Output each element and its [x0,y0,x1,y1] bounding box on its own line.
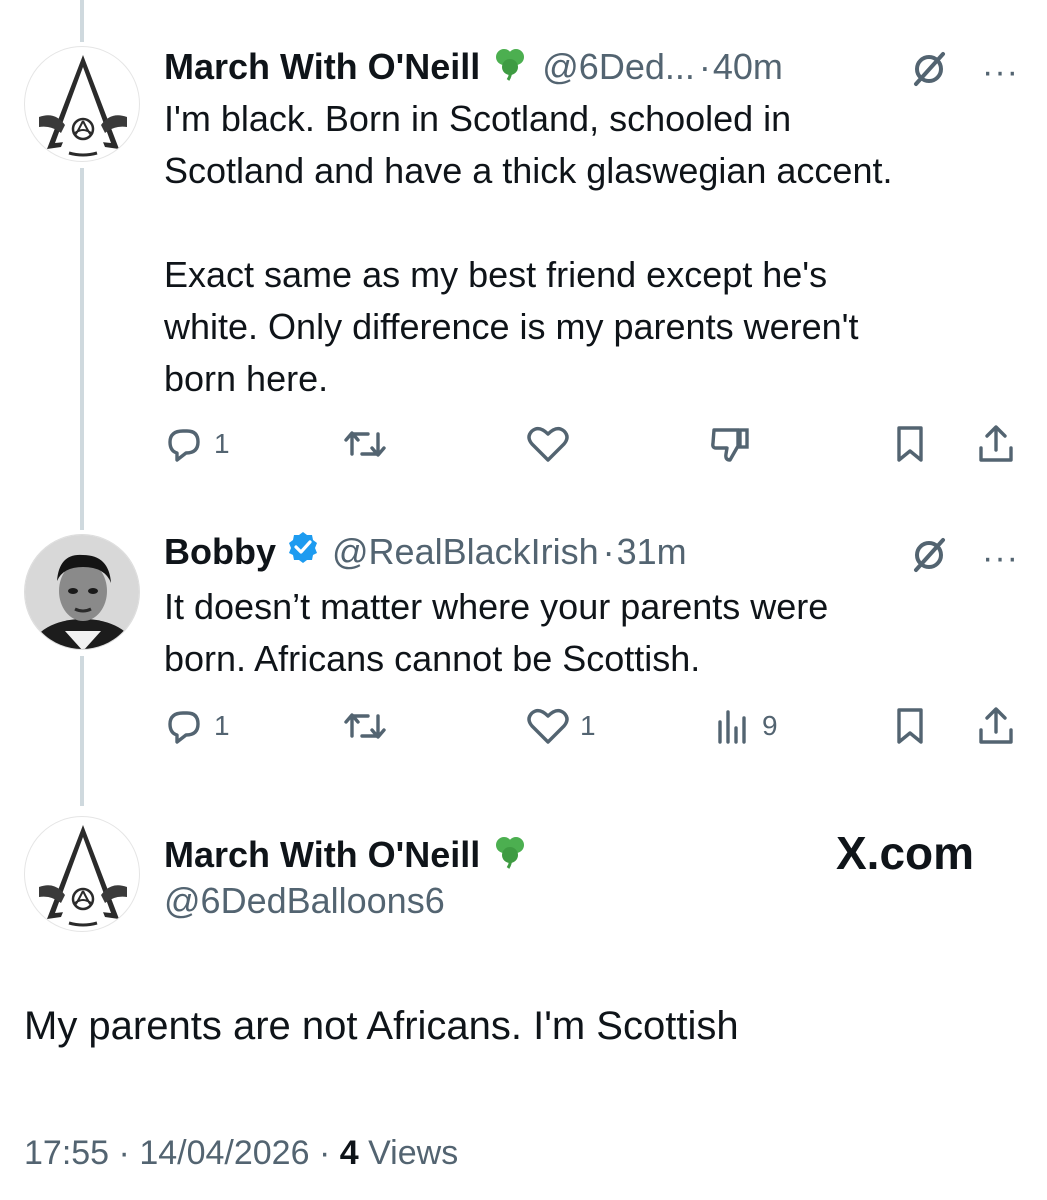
retweet-icon [344,713,386,739]
tweet-header: March With O'Neill [164,830,530,879]
thread-line [80,656,84,806]
action-bar: 1 [164,424,1020,464]
retweet-icon [344,431,386,457]
like-count: 1 [580,710,596,741]
tweet-text: I'm black. Born in Scotland, schooled in… [164,98,893,399]
avatar[interactable] [24,534,140,650]
handle[interactable]: @RealBlackIrish [332,531,599,573]
post-date[interactable]: 14/04/2026 [139,1134,309,1172]
tweet-header: Bobby @RealBlackIrish · 31m [164,530,687,573]
avatar[interactable] [24,816,140,932]
retweet-button[interactable] [342,424,398,464]
assassin-emblem-icon [39,55,127,157]
reply-icon [168,429,200,462]
display-name[interactable]: March With O'Neill [164,834,480,876]
reply-icon [168,711,200,744]
action-bar: 1 1 9 [164,706,1020,746]
retweet-button[interactable] [342,706,398,746]
tweet-header: March With O'Neill @6Ded... · 40m [164,42,783,91]
tweet-menu: ··· [910,536,1019,579]
like-button[interactable]: 1 [526,706,596,746]
views-count: 4 [339,1134,359,1172]
assassin-emblem-icon [39,825,127,927]
verified-badge-icon [286,530,320,573]
grok-icon[interactable] [910,536,948,579]
views-chart-icon [718,710,746,744]
grok-icon[interactable] [910,50,948,93]
timestamp[interactable]: 31m [617,531,687,573]
share-icon [979,425,1013,462]
timestamp[interactable]: 40m [713,46,783,88]
bookmark-button[interactable] [892,706,928,746]
share-button[interactable] [976,706,1016,746]
like-button[interactable] [526,424,580,464]
more-options-icon[interactable]: ··· [982,541,1019,575]
separator-dot: · [602,530,615,572]
shamrock-icon [490,830,530,879]
display-name[interactable]: Bobby [164,531,276,573]
tweet-menu: ··· [910,50,1019,93]
bookmark-icon [897,708,923,744]
heart-icon [527,708,569,744]
thread-line [80,0,84,42]
share-button[interactable] [976,424,1016,464]
tweet-meta: 17:55 · 14/04/2026 · 4 Views [24,1134,458,1173]
avatar[interactable] [24,46,140,162]
main-tweet-text: My parents are not Africans. I'm Scottis… [24,1004,739,1048]
separator-dot: · [318,1134,340,1172]
reply-count: 1 [214,710,230,741]
post-time[interactable]: 17:55 [24,1134,109,1172]
more-options-icon[interactable]: ··· [982,55,1019,89]
views-count: 9 [762,710,778,741]
watermark: X.com [836,827,975,879]
share-icon [979,707,1013,744]
views-label: Views [368,1134,459,1172]
bookmark-icon [897,426,923,462]
thumbs-down-icon [711,428,749,462]
handle[interactable]: @6Ded... [542,46,695,88]
heart-icon [527,426,569,462]
handle[interactable]: @6DedBalloons6 [164,880,445,922]
reply-button[interactable]: 1 [164,424,230,464]
dislike-button[interactable] [708,424,752,464]
bookmark-button[interactable] [892,424,928,464]
tweet-text: It doesn’t matter where your parents wer… [164,586,829,679]
reply-count: 1 [214,428,230,459]
separator-dot: · [698,45,711,87]
portrait-photo-icon [25,535,139,649]
handle-row: @6DedBalloons6 [164,880,445,922]
separator-dot: · [118,1134,140,1172]
thread-line [80,168,84,530]
views-button[interactable]: 9 [712,706,778,746]
display-name[interactable]: March With O'Neill [164,46,480,88]
shamrock-icon [490,42,530,91]
reply-button[interactable]: 1 [164,706,230,746]
